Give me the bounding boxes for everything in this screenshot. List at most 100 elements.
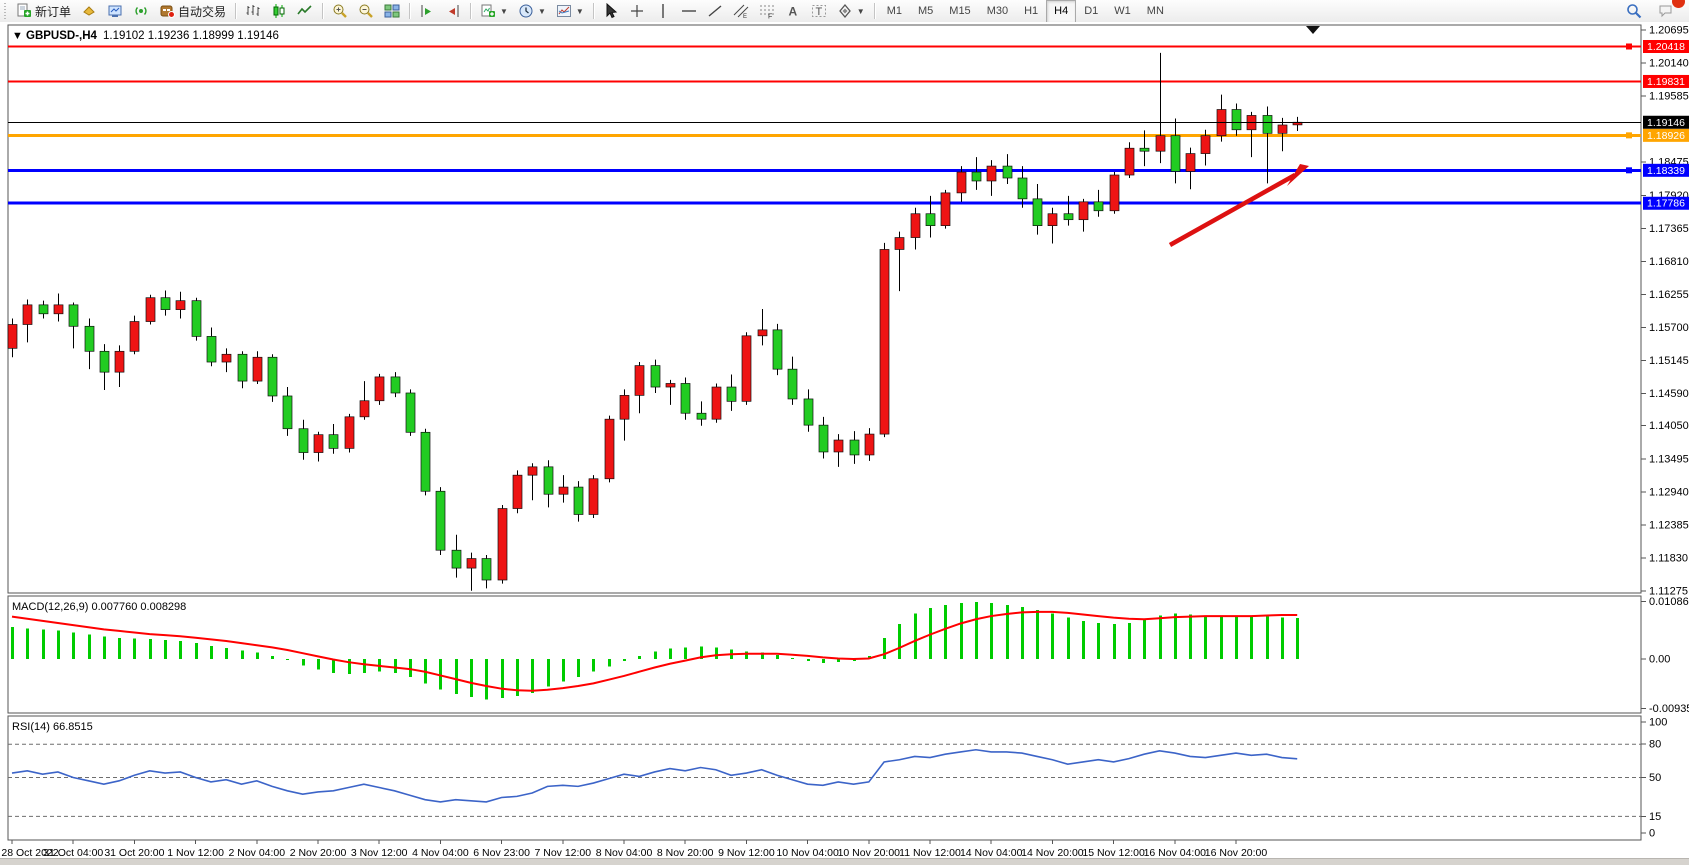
toolbar-separator	[409, 3, 410, 19]
market-watch-button[interactable]	[102, 0, 128, 23]
tile-windows-button[interactable]	[379, 0, 405, 23]
autotrading-button[interactable]: 自动交易	[154, 0, 231, 23]
hline-icon	[681, 3, 697, 19]
toolbar-separator	[874, 3, 875, 19]
crosshair-icon	[629, 3, 645, 19]
new-chart-icon	[480, 3, 496, 19]
toolbar-separator	[235, 3, 236, 19]
hline-handle[interactable]	[1626, 167, 1632, 173]
search-button[interactable]	[1621, 0, 1647, 23]
svg-text:A: A	[788, 5, 797, 19]
timeframe-m1-button[interactable]: M1	[879, 0, 910, 23]
hline-button[interactable]	[676, 0, 702, 23]
price-line-badge-value: 1.18339	[1647, 165, 1685, 177]
chart-ohlc-values: 1.19102 1.19236 1.18999 1.19146	[103, 30, 279, 42]
signals-icon	[133, 3, 149, 19]
svg-text:T: T	[815, 6, 822, 18]
timeframe-w1-button[interactable]: W1	[1106, 0, 1139, 23]
price-tick-label: 1.15145	[1649, 355, 1689, 367]
trendline-button[interactable]	[702, 0, 728, 23]
rsi-tick-label: 80	[1649, 739, 1661, 751]
chart-candles-button[interactable]	[266, 0, 292, 23]
price-tick-label: 1.16810	[1649, 256, 1689, 268]
price-line-badge-value: 1.18926	[1647, 130, 1685, 142]
cursor-icon	[603, 3, 619, 19]
hline-handle[interactable]	[1626, 43, 1632, 49]
svg-text:F: F	[768, 14, 772, 20]
price-tick-label: 1.17365	[1649, 223, 1689, 235]
main-pane[interactable]	[8, 25, 1641, 593]
chart-bars-icon	[245, 3, 261, 19]
zoom-out-button[interactable]	[353, 0, 379, 23]
price-tick-label: 1.12940	[1649, 486, 1689, 498]
chart-title-toggle-icon[interactable]: ▼	[12, 30, 23, 42]
dropdown-caret-icon: ▼	[500, 7, 508, 16]
arrows-tool-icon	[837, 3, 853, 19]
price-line-badge-value: 1.19146	[1647, 117, 1685, 129]
timeframe-mn-button[interactable]: MN	[1139, 0, 1172, 23]
text-button[interactable]: A	[780, 0, 806, 23]
chart-window[interactable]: ▼GBPUSD-,H4 1.19102 1.19236 1.18999 1.191…	[0, 22, 1689, 860]
trendline-icon	[707, 3, 723, 19]
crosshair-button[interactable]	[624, 0, 650, 23]
dropdown-caret-icon: ▼	[538, 7, 546, 16]
profiles-icon	[81, 3, 97, 19]
hline-handle[interactable]	[1626, 132, 1632, 138]
macd-pane[interactable]	[8, 596, 1641, 713]
price-tick-label: 1.12385	[1649, 519, 1689, 531]
timeframe-m30-button[interactable]: M30	[979, 0, 1016, 23]
chat-icon	[1658, 3, 1674, 19]
price-line-badge-value: 1.19831	[1647, 76, 1685, 88]
chart-shift-button[interactable]	[414, 0, 440, 23]
rsi-label: RSI(14) 66.8515	[12, 721, 93, 733]
notification-badge	[1672, 0, 1685, 8]
auto-scroll-icon	[445, 3, 461, 19]
rsi-tick-label: 15	[1649, 811, 1661, 823]
chart-canvas[interactable]: ▼GBPUSD-,H4 1.19102 1.19236 1.18999 1.191…	[0, 22, 1689, 860]
chart-bars-button[interactable]	[240, 0, 266, 23]
timeframe-h1-button[interactable]: H1	[1016, 0, 1046, 23]
macd-tick-label: 0.010864	[1649, 596, 1689, 608]
new-chart-button[interactable]: ▼	[475, 0, 513, 23]
new-order-button[interactable]: 新订单	[11, 0, 76, 23]
toolbar-separator	[593, 3, 594, 19]
text-label-button[interactable]: T	[806, 0, 832, 23]
price-tick-label: 1.16255	[1649, 289, 1689, 301]
price-tick-label: 1.19585	[1649, 91, 1689, 103]
auto-scroll-button[interactable]	[440, 0, 466, 23]
price-line-badge-value: 1.20418	[1647, 41, 1685, 53]
channel-button[interactable]: E	[728, 0, 754, 23]
fibonacci-button[interactable]: F	[754, 0, 780, 23]
dropdown-caret-icon: ▼	[857, 7, 865, 16]
time-axis[interactable]: 28 Oct 202231 Oct 04:0031 Oct 20:001 Nov…	[1, 840, 1267, 859]
rsi-tick-label: 0	[1649, 828, 1655, 840]
svg-text:E: E	[743, 14, 747, 19]
market-watch-icon	[107, 3, 123, 19]
price-tick-label: 1.15700	[1649, 322, 1689, 334]
zoom-in-button[interactable]	[327, 0, 353, 23]
timeframe-h4-button[interactable]: H4	[1046, 0, 1076, 23]
templates-button[interactable]: ▼	[551, 0, 589, 23]
templates-icon	[556, 3, 572, 19]
timeframe-m5-button[interactable]: M5	[910, 0, 941, 23]
new-order-icon	[16, 3, 32, 19]
price-tick-label: 1.11830	[1649, 552, 1688, 564]
timeframe-d1-button[interactable]: D1	[1076, 0, 1106, 23]
autotrading-icon	[159, 3, 175, 19]
chart-symbol-label: GBPUSD-,H4	[26, 30, 98, 42]
periods-button[interactable]: ▼	[513, 0, 551, 23]
macd-tick-label: -0.009358	[1649, 703, 1689, 715]
price-tick-label: 1.13495	[1649, 453, 1689, 465]
tile-windows-icon	[384, 3, 400, 19]
fibonacci-icon: F	[759, 3, 775, 19]
signals-button[interactable]	[128, 0, 154, 23]
cursor-button[interactable]	[598, 0, 624, 23]
chart-line-button[interactable]	[292, 0, 318, 23]
timeframe-m15-button[interactable]: M15	[941, 0, 978, 23]
vline-button[interactable]	[650, 0, 676, 23]
arrows-tool-button[interactable]: ▼	[832, 0, 870, 23]
chart-candles-icon	[271, 3, 287, 19]
notifications-button[interactable]	[1653, 0, 1679, 23]
vline-icon	[655, 3, 671, 19]
profiles-button[interactable]	[76, 0, 102, 23]
